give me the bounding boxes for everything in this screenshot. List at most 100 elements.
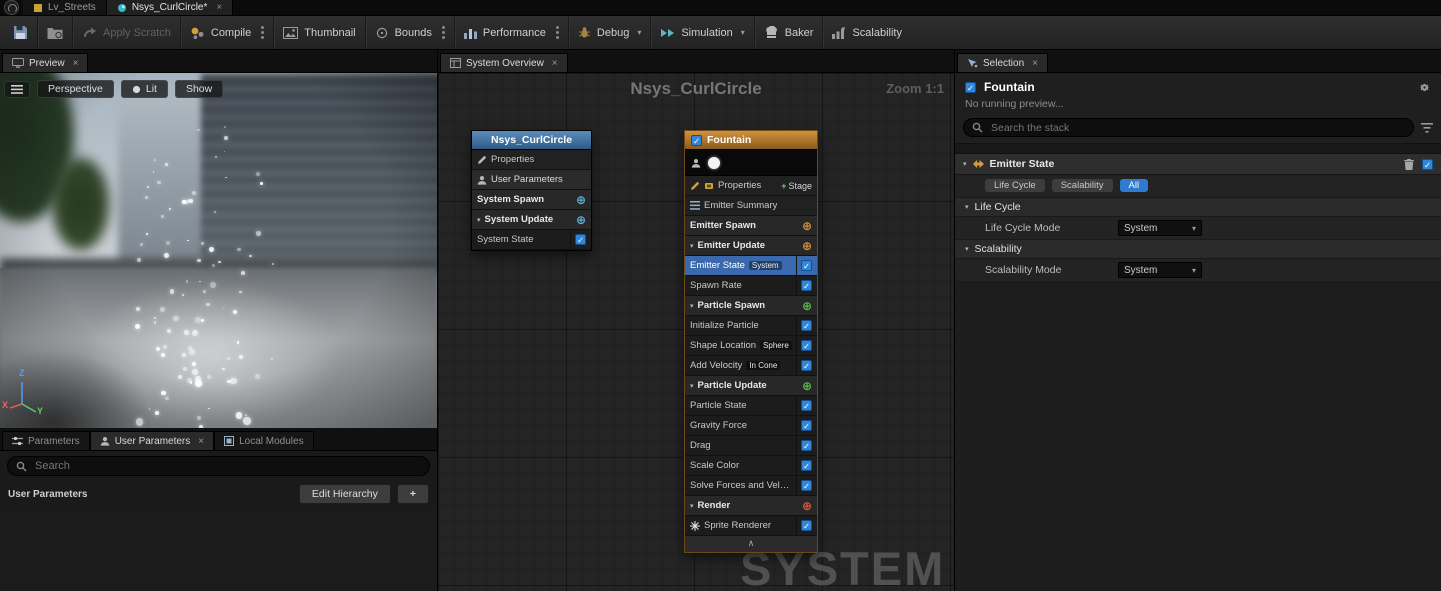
apply-scratch-button[interactable]: Apply Scratch xyxy=(72,16,180,49)
chevron-down-icon[interactable]: ▾ xyxy=(690,382,694,390)
debug-button[interactable]: Debug ▾ xyxy=(568,16,650,49)
tab-parameters[interactable]: Parameters xyxy=(2,431,90,450)
property-dropdown[interactable]: System ▾ xyxy=(1118,262,1202,278)
add-module-button[interactable]: ⊕ xyxy=(802,380,812,392)
thumbnail-button[interactable]: Thumbnail xyxy=(273,16,364,49)
edit-hierarchy-button[interactable]: Edit Hierarchy xyxy=(299,484,391,504)
graph-canvas[interactable]: Nsys_CurlCircle Zoom 1:1 SYSTEM Nsys_Cur… xyxy=(438,73,954,591)
stack-module-row[interactable]: Sprite Renderer ✓ xyxy=(685,516,817,536)
chevron-down-icon[interactable]: ▾ xyxy=(477,216,481,224)
stack-module-row[interactable]: Properties xyxy=(472,150,591,170)
tab-preview[interactable]: Preview × xyxy=(2,53,88,72)
bounds-button[interactable]: Bounds xyxy=(365,16,454,49)
stack-group-row[interactable]: System Spawn ⊕ xyxy=(472,190,591,210)
filter-tab-life-cycle[interactable]: Life Cycle xyxy=(985,179,1045,192)
lit-button[interactable]: Lit xyxy=(121,80,168,98)
kebab-icon[interactable] xyxy=(442,31,445,34)
collapse-node-button[interactable]: ∧ xyxy=(685,536,817,552)
document-tab-nsys_curlcircle-[interactable]: Nsys_CurlCircle* × xyxy=(107,0,233,15)
group-header-scalability[interactable]: ▾ Scalability xyxy=(955,240,1441,259)
document-tab-lv_streets[interactable]: Lv_Streets xyxy=(23,0,107,15)
chevron-down-icon[interactable]: ▾ xyxy=(690,502,694,510)
selection-enabled-checkbox[interactable]: ✓ xyxy=(965,82,976,93)
module-enabled-checkbox[interactable]: ✓ xyxy=(801,520,812,531)
module-enabled-checkbox[interactable]: ✓ xyxy=(801,340,812,351)
emitter-node[interactable]: ✓ Fountain Properties + Stage Emitter Summa… xyxy=(684,130,818,553)
trash-icon[interactable] xyxy=(1404,159,1414,170)
stack-search-input[interactable] xyxy=(989,121,1405,135)
module-enabled-checkbox[interactable]: ✓ xyxy=(801,480,812,491)
chevron-down-icon[interactable]: ▾ xyxy=(965,245,969,253)
stack-module-row[interactable]: Initialize Particle ✓ xyxy=(685,316,817,336)
stack-module-row[interactable]: User Parameters xyxy=(472,170,591,190)
perspective-button[interactable]: Perspective xyxy=(37,80,114,98)
stack-module-row[interactable]: Gravity Force ✓ xyxy=(685,416,817,436)
chevron-down-icon[interactable]: ▾ xyxy=(963,160,967,168)
simulation-button[interactable]: Simulation ▾ xyxy=(650,16,753,49)
viewport[interactable]: Perspective Lit Show Z X Y xyxy=(0,73,437,428)
parameters-search[interactable] xyxy=(7,456,430,476)
add-module-button[interactable]: ⊕ xyxy=(802,240,812,252)
stack-module-row[interactable]: Shape Location Sphere ✓ xyxy=(685,336,817,356)
close-icon[interactable]: × xyxy=(552,58,558,69)
stack-module-row[interactable]: Particle State ✓ xyxy=(685,396,817,416)
add-parameter-button[interactable]: + xyxy=(397,484,429,504)
stack-module-row[interactable]: System State ✓ xyxy=(472,230,591,250)
stack-group-row[interactable]: ▾ System Update ⊕ xyxy=(472,210,591,230)
system-node[interactable]: Nsys_CurlCircle Properties User Parameter… xyxy=(471,130,592,251)
emitter-state-enabled-checkbox[interactable]: ✓ xyxy=(1422,159,1433,170)
kebab-icon[interactable] xyxy=(261,31,264,34)
module-enabled-checkbox[interactable]: ✓ xyxy=(801,360,812,371)
tab-selection[interactable]: Selection × xyxy=(957,53,1048,72)
tab-user-parameters[interactable]: User Parameters × xyxy=(90,431,214,450)
module-enabled-checkbox[interactable]: ✓ xyxy=(575,234,586,245)
filter-tab-all[interactable]: All xyxy=(1120,179,1149,192)
stack-module-row[interactable]: Spawn Rate ✓ xyxy=(685,276,817,296)
stack-group-row[interactable]: ▾ Particle Spawn ⊕ xyxy=(685,296,817,316)
stack-module-row[interactable]: Add Velocity In Cone ✓ xyxy=(685,356,817,376)
stack-module-row[interactable]: Emitter Summary xyxy=(685,196,817,216)
module-enabled-checkbox[interactable]: ✓ xyxy=(801,400,812,411)
group-header-life-cycle[interactable]: ▾ Life Cycle xyxy=(955,198,1441,217)
module-enabled-checkbox[interactable]: ✓ xyxy=(801,420,812,431)
stack-group-row[interactable]: Emitter Spawn ⊕ xyxy=(685,216,817,236)
stack-search[interactable] xyxy=(963,118,1414,137)
add-module-button[interactable]: ⊕ xyxy=(802,300,812,312)
stack-module-row[interactable]: Properties + Stage xyxy=(685,176,817,196)
add-module-button[interactable]: ⊕ xyxy=(802,500,812,512)
stack-group-row[interactable]: ▾ Emitter Update ⊕ xyxy=(685,236,817,256)
filter-icon[interactable] xyxy=(1421,123,1433,133)
save-button[interactable] xyxy=(4,16,37,49)
module-enabled-checkbox[interactable]: ✓ xyxy=(801,320,812,331)
stack-module-row[interactable]: Solve Forces and Velocity ✓ xyxy=(685,476,817,496)
compile-button[interactable]: Compile xyxy=(180,16,273,49)
add-module-button[interactable]: ⊕ xyxy=(802,220,812,232)
parameters-search-input[interactable] xyxy=(33,459,421,473)
performance-button[interactable]: Performance xyxy=(454,16,568,49)
scalability-button[interactable]: Scalability xyxy=(822,16,911,49)
system-node-header[interactable]: Nsys_CurlCircle xyxy=(472,131,591,150)
close-icon[interactable]: × xyxy=(73,58,79,69)
close-icon[interactable]: × xyxy=(198,436,204,447)
tab-local-modules[interactable]: Local Modules xyxy=(214,431,313,450)
stack-group-row[interactable]: ▾ Particle Update ⊕ xyxy=(685,376,817,396)
close-icon[interactable]: × xyxy=(1032,58,1038,69)
add-module-button[interactable]: ⊕ xyxy=(576,214,586,226)
chevron-down-icon[interactable]: ▾ xyxy=(637,28,641,37)
emitter-node-header[interactable]: ✓ Fountain xyxy=(685,131,817,150)
chevron-down-icon[interactable]: ▾ xyxy=(690,242,694,250)
browse-button[interactable] xyxy=(37,16,72,49)
module-enabled-checkbox[interactable]: ✓ xyxy=(801,460,812,471)
chevron-down-icon[interactable]: ▾ xyxy=(741,28,745,37)
emitter-enabled-checkbox[interactable]: ✓ xyxy=(691,135,702,146)
stack-module-row[interactable]: Drag ✓ xyxy=(685,436,817,456)
add-module-button[interactable]: ⊕ xyxy=(576,194,586,206)
close-icon[interactable]: × xyxy=(216,2,222,13)
filter-tab-scalability[interactable]: Scalability xyxy=(1052,179,1113,192)
module-enabled-checkbox[interactable]: ✓ xyxy=(801,260,812,271)
stack-module-row[interactable]: Emitter State System ✓ xyxy=(685,256,817,276)
module-enabled-checkbox[interactable]: ✓ xyxy=(801,280,812,291)
chevron-down-icon[interactable]: ▾ xyxy=(965,203,969,211)
emitter-state-header[interactable]: ▾ Emitter State ✓ xyxy=(955,154,1441,175)
gear-icon[interactable] xyxy=(1418,81,1431,94)
